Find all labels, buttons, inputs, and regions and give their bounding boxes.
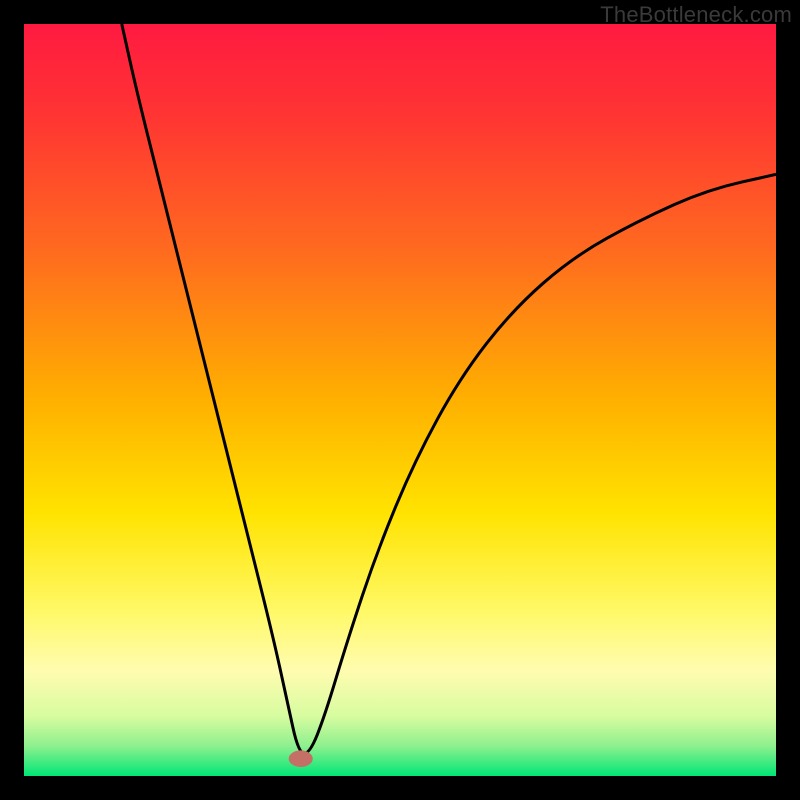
bottleneck-curve: [122, 24, 776, 753]
curve-layer: [24, 24, 776, 776]
watermark-text: TheBottleneck.com: [600, 2, 792, 28]
chart-frame: TheBottleneck.com: [0, 0, 800, 800]
plot-area: [24, 24, 776, 776]
optimum-marker: [289, 750, 313, 767]
